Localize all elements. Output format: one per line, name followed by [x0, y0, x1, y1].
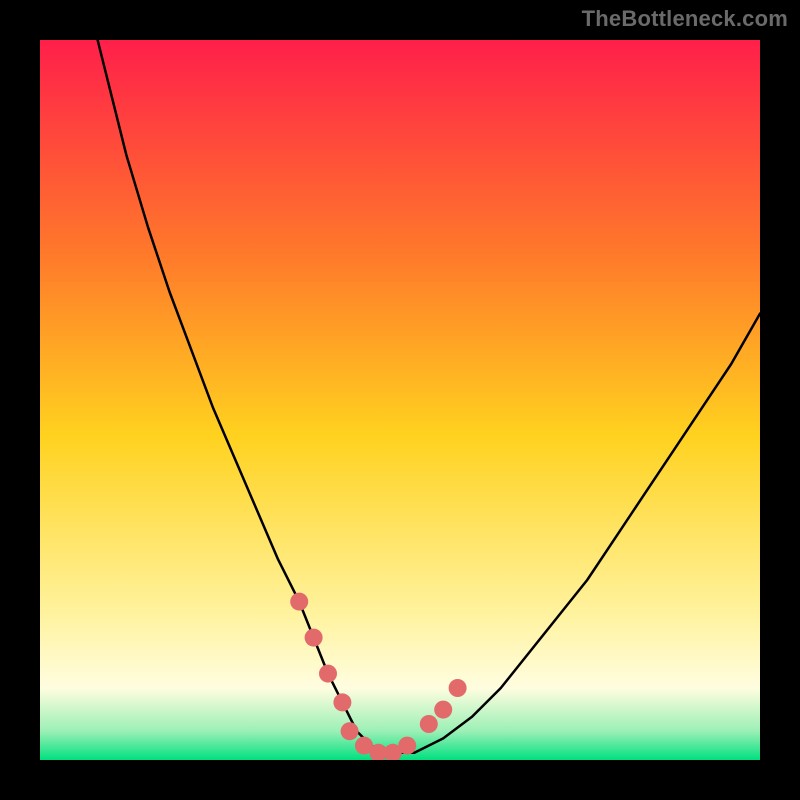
gradient-background [40, 40, 760, 760]
marker-dot [341, 722, 359, 740]
chart-frame: TheBottleneck.com [0, 0, 800, 800]
bottleneck-chart [40, 40, 760, 760]
marker-dot [420, 715, 438, 733]
marker-dot [449, 679, 467, 697]
plot-area [40, 40, 760, 760]
marker-dot [333, 693, 351, 711]
watermark-text: TheBottleneck.com [582, 6, 788, 32]
marker-dot [290, 593, 308, 611]
marker-dot [398, 737, 416, 755]
marker-dot [434, 701, 452, 719]
marker-dot [319, 665, 337, 683]
marker-dot [305, 629, 323, 647]
